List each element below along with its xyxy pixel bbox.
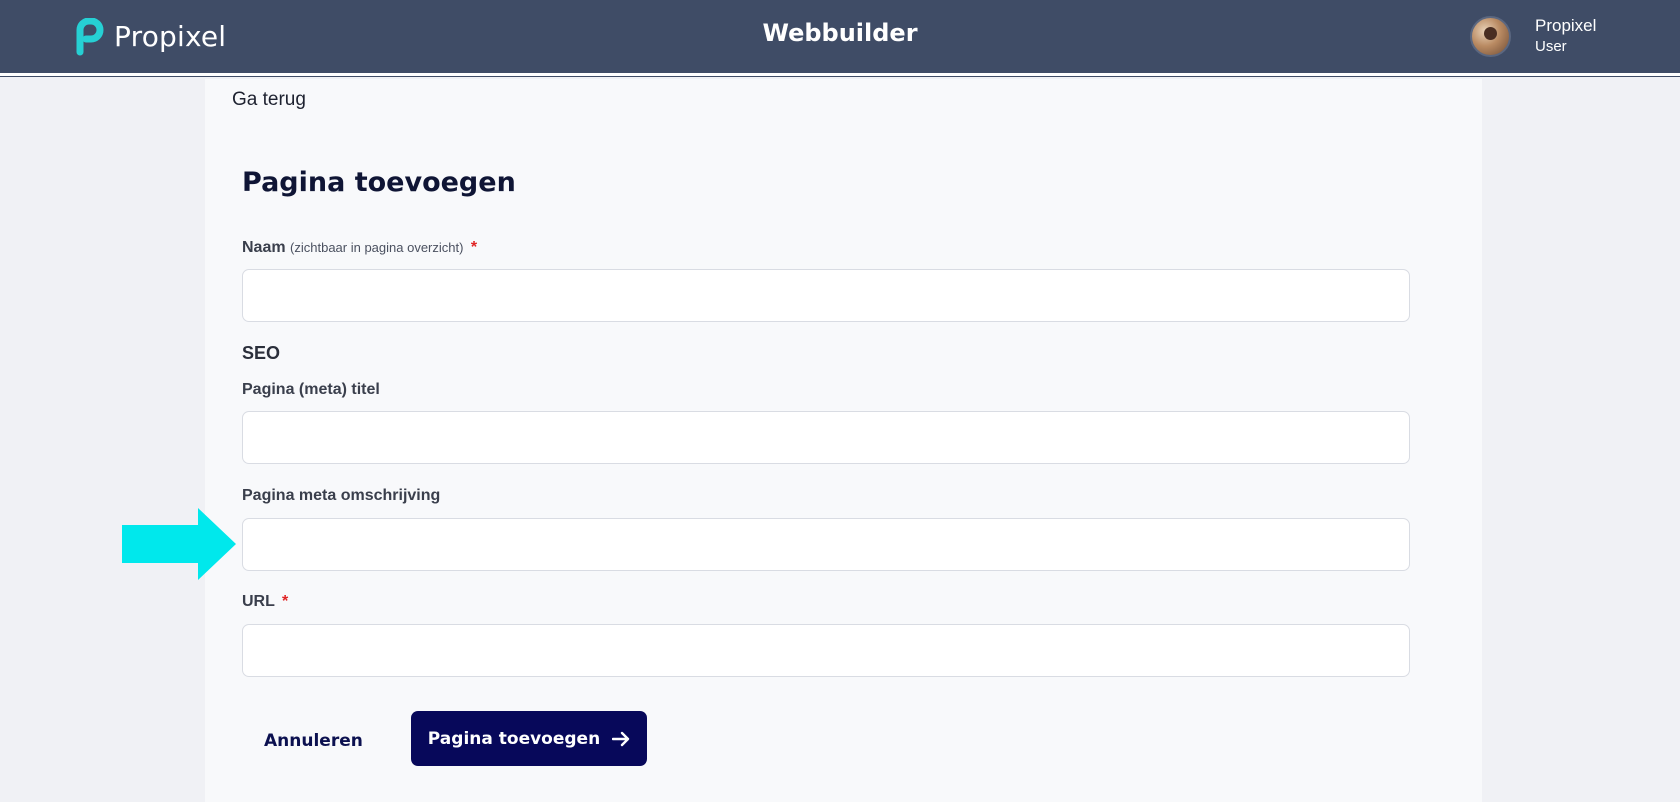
top-bar: Propixel Webbuilder Propixel User: [0, 0, 1680, 76]
meta-description-input[interactable]: [242, 518, 1410, 571]
user-role: User: [1535, 38, 1567, 55]
arrow-right-icon: [612, 731, 630, 746]
avatar[interactable]: [1470, 15, 1511, 57]
meta-title-label: Pagina (meta) titel: [242, 381, 380, 398]
name-label-hint: (zichtbaar in pagina overzicht): [290, 240, 464, 255]
pointer-arrow-icon: [122, 508, 236, 580]
user-name: Propixel: [1535, 16, 1597, 35]
meta-description-label: Pagina meta omschrijving: [242, 487, 441, 504]
add-page-button-label: Pagina toevoegen: [427, 728, 601, 749]
url-input[interactable]: [242, 624, 1410, 677]
required-mark: *: [282, 593, 289, 610]
name-input[interactable]: [242, 269, 1410, 322]
add-page-button[interactable]: Pagina toevoegen: [411, 711, 647, 766]
required-mark: *: [470, 239, 478, 256]
name-field-label: Naam (zichtbaar in pagina overzicht) *: [242, 239, 477, 257]
cancel-button[interactable]: Annuleren: [242, 714, 382, 768]
seo-heading: SEO: [242, 343, 281, 363]
meta-title-input[interactable]: [242, 411, 1410, 464]
form-panel: Ga terug Pagina toevoegen Naam (zichtbaa…: [205, 79, 1482, 802]
url-label-text: URL: [242, 593, 275, 610]
page-title: Pagina toevoegen: [242, 167, 516, 198]
name-label-text: Naam: [242, 239, 286, 256]
url-field-label: URL *: [242, 593, 288, 611]
app-title: Webbuilder: [762, 19, 918, 47]
user-info: Propixel User: [1535, 15, 1596, 57]
user-menu[interactable]: Propixel User: [1470, 15, 1596, 57]
back-link[interactable]: Ga terug: [232, 89, 306, 111]
